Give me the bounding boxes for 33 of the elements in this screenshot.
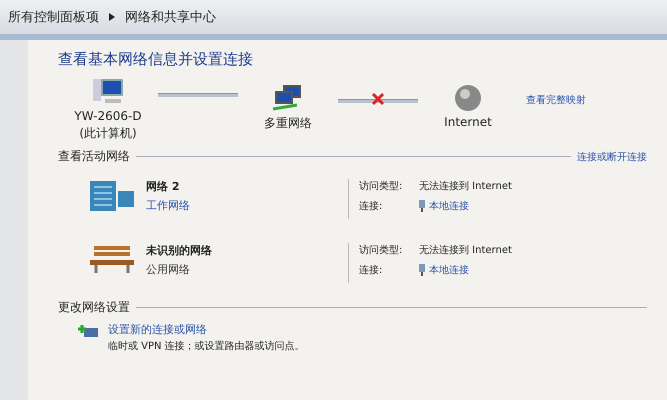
section-title: 更改网络设置 [58, 299, 130, 316]
building-icon [88, 179, 136, 213]
network-type-link[interactable]: 工作网络 [146, 198, 190, 213]
error-x-icon [371, 92, 385, 103]
breadcrumb-item[interactable]: 网络和共享中心 [125, 8, 216, 26]
field-label: 连接: [359, 200, 384, 213]
section-title: 查看活动网络 [58, 148, 130, 165]
ethernet-plug-icon [419, 264, 425, 276]
node-label: Internet [444, 115, 492, 129]
field-value: 无法连接到 Internet [419, 180, 512, 193]
network-name: 网络 2 [146, 179, 180, 194]
node-label: YW-2606-D [74, 109, 142, 123]
field-label: 访问类型: [359, 244, 404, 257]
view-full-map-link[interactable]: 查看完整映射 [526, 93, 586, 107]
field-label: 连接: [359, 264, 384, 277]
globe-icon [453, 83, 483, 113]
setup-connection-link[interactable]: 设置新的连接或网络 [108, 322, 305, 337]
new-connection-icon [78, 324, 100, 338]
field-value: 无法连接到 Internet [419, 244, 512, 257]
connect-disconnect-link[interactable]: 连接或断开连接 [577, 150, 647, 164]
page-heading: 查看基本网络信息并设置连接 [58, 50, 254, 69]
node-sublabel: (此计算机) [79, 125, 137, 142]
node-label: 多重网络 [264, 115, 312, 132]
field-label: 访问类型: [359, 180, 404, 193]
local-connection-link[interactable]: 本地连接 [429, 263, 469, 277]
setting-description: 临时或 VPN 连接；或设置路由器或访问点。 [108, 340, 305, 353]
network-type: 公用网络 [146, 262, 191, 277]
network-name: 未识别的网络 [146, 243, 212, 258]
ethernet-plug-icon [419, 200, 425, 212]
local-connection-link[interactable]: 本地连接 [429, 199, 469, 213]
breadcrumb-item[interactable]: 所有控制面板项 [8, 8, 99, 26]
bench-icon [88, 243, 136, 275]
chevron-icon [109, 13, 115, 21]
